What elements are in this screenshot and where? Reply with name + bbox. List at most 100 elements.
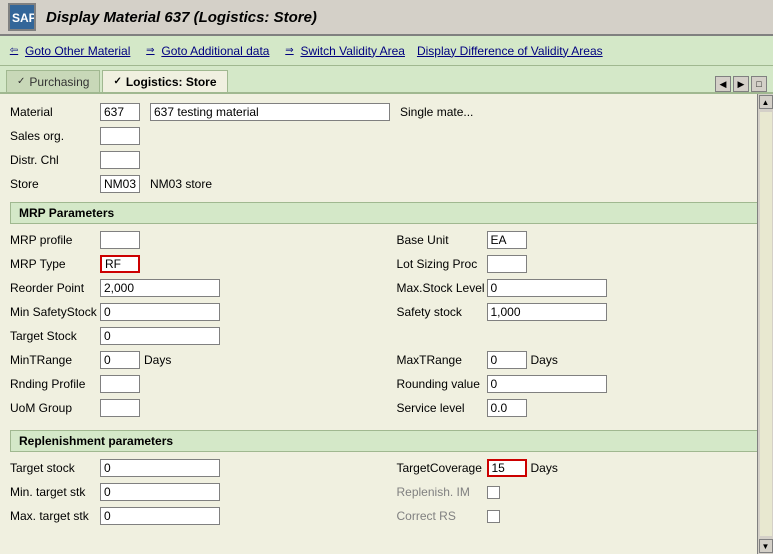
max-target-stk-label: Max. target stk	[10, 509, 100, 523]
goto-other-material-button[interactable]: ⇦ Goto Other Material	[6, 43, 130, 59]
replenishment-parameters: Target stock Min. target stk Max. target…	[10, 458, 763, 530]
uom-group-label: UoM Group	[10, 401, 100, 415]
rounding-value-row: Rounding value	[397, 374, 764, 394]
safety-stock-label: Safety stock	[397, 305, 487, 319]
switch-validity-area-icon: ⇒	[281, 43, 297, 59]
target-stock-row: Target Stock	[10, 326, 377, 346]
display-difference-button[interactable]: Display Difference of Validity Areas	[417, 44, 603, 58]
target-stock-r-row: Target stock	[10, 458, 377, 478]
max-trange-row2: MaxTRange Days	[397, 350, 764, 370]
uom-group-row: UoM Group	[10, 398, 377, 418]
replenish-im-checkbox[interactable]	[487, 486, 500, 499]
min-safety-stock-input[interactable]	[100, 303, 220, 321]
lot-sizing-proc-input[interactable]	[487, 255, 527, 273]
min-target-stk-row: Min. target stk	[10, 482, 377, 502]
reorder-point-row: Reorder Point	[10, 278, 377, 298]
scroll-up-button[interactable]: ▲	[759, 95, 773, 109]
goto-additional-data-button[interactable]: ⇒ Goto Additional data	[142, 43, 269, 59]
max-trange-input[interactable]	[487, 351, 527, 369]
target-stock-r-input[interactable]	[100, 459, 220, 477]
service-level-row: Service level	[397, 398, 764, 418]
material-row: Material Single mate...	[10, 102, 763, 122]
target-coverage-row: TargetCoverage Days	[397, 458, 764, 478]
tab-purchasing[interactable]: ✓ Purchasing	[6, 70, 100, 92]
svg-text:SAP: SAP	[12, 11, 34, 25]
store-label: Store	[10, 177, 100, 191]
min-trange-row: MinTRange Days	[10, 350, 377, 370]
min-safety-stock-label: Min SafetyStock	[10, 305, 100, 319]
mrp-type-row: MRP Type	[10, 254, 377, 274]
min-target-stk-input[interactable]	[100, 483, 220, 501]
max-stock-level-input[interactable]	[487, 279, 607, 297]
max-trange-label: MaxTRange	[397, 353, 487, 367]
material-input[interactable]	[100, 103, 140, 121]
toolbar: ⇦ Goto Other Material ⇒ Goto Additional …	[0, 36, 773, 66]
rnding-profile-label: Rnding Profile	[10, 377, 100, 391]
reorder-point-input[interactable]	[100, 279, 220, 297]
material-description-input[interactable]	[150, 103, 390, 121]
scroll-track	[760, 112, 772, 536]
correct-rs-label: Correct RS	[397, 509, 487, 523]
safety-stock-input[interactable]	[487, 303, 607, 321]
scrollbar: ▲ ▼	[757, 94, 773, 554]
distr-chl-row: Distr. Chl	[10, 150, 763, 170]
scroll-down-button[interactable]: ▼	[759, 539, 773, 553]
replenish-im-row: Replenish. IM	[397, 482, 764, 502]
mrp-type-label: MRP Type	[10, 257, 100, 271]
logistics-store-tab-icon: ✓	[113, 76, 121, 87]
safety-stock-row: Safety stock	[397, 302, 764, 322]
target-stock-input[interactable]	[100, 327, 220, 345]
min-trange-label: MinTRange	[10, 353, 100, 367]
tab-nav-right-button[interactable]: ▶	[733, 76, 749, 92]
uom-group-input[interactable]	[100, 399, 140, 417]
distr-chl-input[interactable]	[100, 151, 140, 169]
tab-nav-maximize-button[interactable]: □	[751, 76, 767, 92]
store-input[interactable]	[100, 175, 140, 193]
material-label: Material	[10, 105, 100, 119]
max-trange-days: Days	[531, 353, 558, 367]
max-stock-level-label: Max.Stock Level	[397, 281, 487, 295]
reorder-point-label: Reorder Point	[10, 281, 100, 295]
max-target-stk-input[interactable]	[100, 507, 220, 525]
base-unit-input[interactable]	[487, 231, 527, 249]
mrp-section-header: MRP Parameters	[10, 202, 763, 224]
mrp-parameters: MRP profile MRP Type Reorder Point Min S…	[10, 230, 763, 422]
distr-chl-label: Distr. Chl	[10, 153, 100, 167]
rnding-profile-input[interactable]	[100, 375, 140, 393]
sales-org-row: Sales org.	[10, 126, 763, 146]
min-trange-days: Days	[144, 353, 171, 367]
base-unit-label: Base Unit	[397, 233, 487, 247]
correct-rs-row: Correct RS	[397, 506, 764, 526]
rounding-value-input[interactable]	[487, 375, 607, 393]
sales-org-input[interactable]	[100, 127, 140, 145]
replenishment-right-col: TargetCoverage Days Replenish. IM Correc…	[397, 458, 764, 530]
replenishment-left-col: Target stock Min. target stk Max. target…	[10, 458, 377, 530]
service-level-input[interactable]	[487, 399, 527, 417]
min-trange-input[interactable]	[100, 351, 140, 369]
tab-nav-left-button[interactable]: ◀	[715, 76, 731, 92]
tab-bar: ✓ Purchasing ✓ Logistics: Store ◀ ▶ □	[0, 66, 773, 94]
max-trange-row	[397, 326, 764, 346]
window-title: Display Material 637 (Logistics: Store)	[46, 9, 317, 26]
lot-sizing-proc-row: Lot Sizing Proc	[397, 254, 764, 274]
mrp-profile-input[interactable]	[100, 231, 140, 249]
switch-validity-area-button[interactable]: ⇒ Switch Validity Area	[281, 43, 405, 59]
main-content: Material Single mate... Sales org. Distr…	[0, 94, 773, 554]
tab-logistics-store[interactable]: ✓ Logistics: Store	[102, 70, 227, 92]
replenishment-section-header: Replenishment parameters	[10, 430, 763, 452]
target-stock-label: Target Stock	[10, 329, 100, 343]
mrp-type-input[interactable]	[100, 255, 140, 273]
rnding-profile-row: Rnding Profile	[10, 374, 377, 394]
base-unit-row: Base Unit	[397, 230, 764, 250]
mrp-profile-label: MRP profile	[10, 233, 100, 247]
min-safety-stock-row: Min SafetyStock	[10, 302, 377, 322]
title-bar: SAP Display Material 637 (Logistics: Sto…	[0, 0, 773, 36]
target-coverage-input[interactable]	[487, 459, 527, 477]
tab-navigation: ◀ ▶ □	[715, 76, 767, 92]
correct-rs-checkbox[interactable]	[487, 510, 500, 523]
goto-other-material-icon: ⇦	[6, 43, 22, 59]
mrp-right-col: Base Unit Lot Sizing Proc Max.Stock Leve…	[397, 230, 764, 422]
min-target-stk-label: Min. target stk	[10, 485, 100, 499]
sap-logo: SAP	[8, 3, 36, 31]
target-stock-r-label: Target stock	[10, 461, 100, 475]
